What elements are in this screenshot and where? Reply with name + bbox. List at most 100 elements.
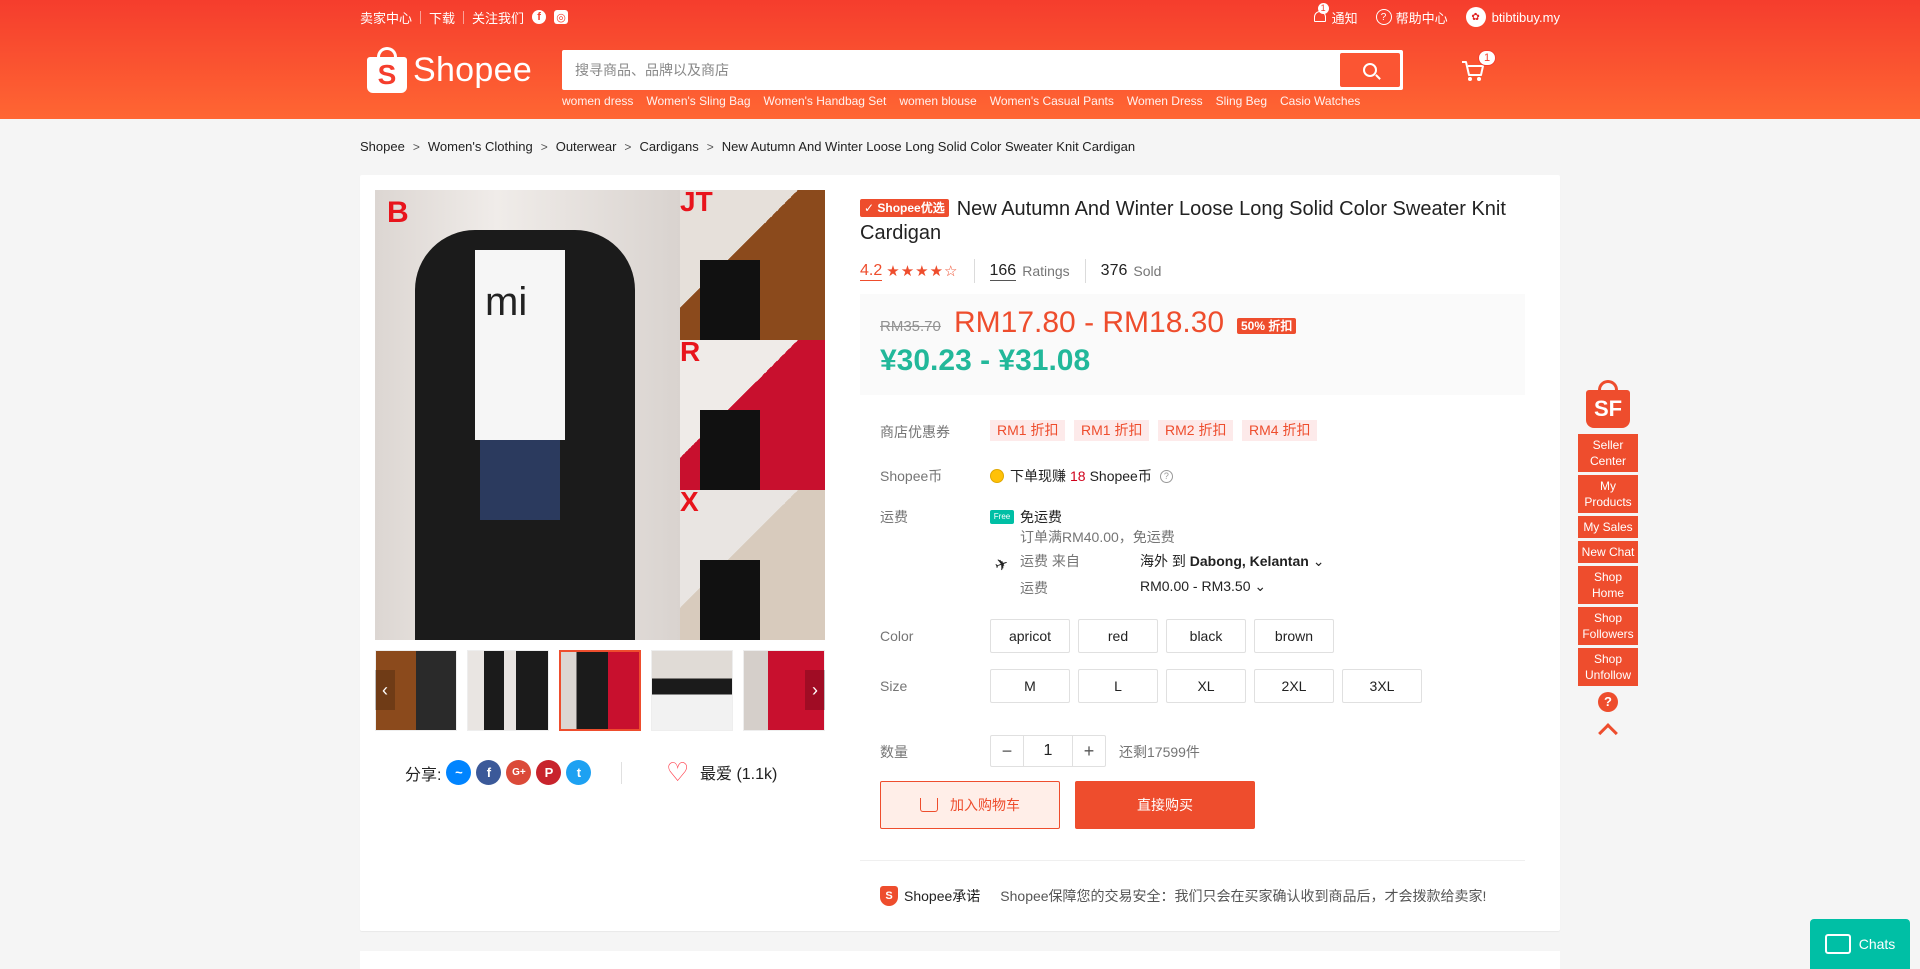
buy-now-button[interactable]: 直接购买 [1075,781,1255,829]
current-price: RM17.80 - RM18.30 [954,306,1225,339]
hot-search-item[interactable]: women blouse [899,94,976,108]
help-center-link[interactable]: ? 帮助中心 [1375,8,1448,27]
instagram-icon[interactable]: ◎ [554,10,569,24]
guarantee-text: Shopee保障您的交易安全：我们只会在买家确认收到商品后，才会拨款给卖家! [1000,888,1487,904]
voucher-chip[interactable]: RM2 折扣 [1158,420,1234,441]
hot-search-item[interactable]: Women's Handbag Set [764,94,887,108]
original-price: RM35.70 [880,318,941,335]
sidebar-item-shop-followers[interactable]: Shop Followers [1578,607,1638,645]
shirt-print-text: mi [485,280,528,324]
hot-search-item[interactable]: Women Dress [1127,94,1203,108]
pinterest-icon[interactable]: P [536,760,562,785]
ship-to-prefix: 海外 到 [1140,553,1186,569]
thumbnail-next-button[interactable]: › [805,670,825,710]
voucher-chip[interactable]: RM4 折扣 [1242,420,1318,441]
quantity-input[interactable]: 1 [1023,736,1073,766]
voucher-label: 商店优惠券 [880,424,950,440]
notification-badge: 1 [1317,3,1329,14]
cart-button[interactable]: 1 [1460,50,1497,84]
search-button[interactable] [1340,53,1400,87]
size-option[interactable]: XL [1166,669,1246,703]
chat-button[interactable]: Chats [1810,919,1910,969]
shopee-logo[interactable]: S Shopee [367,47,532,93]
notifications-link[interactable]: 1 通知 [1312,3,1358,27]
truck-icon: Free [990,510,1014,524]
voucher-chip[interactable]: RM1 折扣 [990,420,1066,441]
size-option[interactable]: 2XL [1254,669,1334,703]
product-thumbnail[interactable] [651,650,733,731]
product-title: New Autumn And Winter Loose Long Solid C… [860,198,1506,244]
user-account[interactable]: ✿ btibtibuy.my [1465,7,1560,27]
coins-amount: 18 [1070,468,1086,484]
username: btibtibuy.my [1491,9,1560,25]
rating-stars: ★★★★☆ [886,263,959,280]
scroll-top-icon[interactable] [1598,723,1618,743]
size-option[interactable]: M [990,669,1070,703]
facebook-icon[interactable]: f [532,10,547,24]
ship-to-selector[interactable]: 海外 到 Dabong, Kelantan ⌄ [1140,551,1324,571]
rating-score[interactable]: 4.2 [860,262,883,281]
color-option[interactable]: black [1166,619,1246,653]
google-plus-icon[interactable]: G+ [506,760,532,785]
help-icon[interactable]: ? [1598,692,1618,712]
twitter-icon[interactable]: t [566,760,592,785]
notifications-label: 通知 [1331,10,1358,26]
converted-price: ¥30.23 - ¥31.08 [880,344,1091,377]
coins-prefix: 下单现赚 [1010,468,1066,484]
coins-suffix: Shopee币 [1089,468,1152,484]
breadcrumb-item[interactable]: Outerwear [556,139,617,154]
coins-info: 下单现赚 18 Shopee币 ? [990,466,1173,486]
add-to-cart-button[interactable]: 加入购物车 [880,781,1060,829]
size-option[interactable]: 3XL [1342,669,1422,703]
hot-search-item[interactable]: Casio Watches [1280,94,1360,108]
increase-button[interactable]: + [1073,736,1105,766]
shipping-fee-selector[interactable]: RM0.00 - RM3.50 ⌄ [1140,578,1266,595]
size-option[interactable]: L [1078,669,1158,703]
shipping-label: 运费 [880,509,908,525]
sidebar-item-my-sales[interactable]: My Sales [1578,516,1638,538]
bell-icon: 1 [1312,3,1329,25]
coins-label: Shopee币 [880,468,943,484]
sidebar-item-new-chat[interactable]: New Chat [1578,541,1638,563]
free-shipping-note: 订单满RM40.00，免运费 [1020,529,1175,545]
sidebar-item-my-products[interactable]: My Products [1578,475,1638,513]
ship-from-label: 运费 来自 [1020,553,1080,569]
breadcrumb-item[interactable]: Women's Clothing [428,139,533,154]
product-main-image[interactable]: B mi JT R X [375,190,825,640]
hot-search-item[interactable]: women dress [562,94,633,108]
voucher-chip[interactable]: RM1 折扣 [1074,420,1150,441]
hot-search-item[interactable]: Women's Casual Pants [990,94,1114,108]
sidebar-item-shop-home[interactable]: Shop Home [1578,566,1638,604]
hot-search-item[interactable]: Sling Beg [1216,94,1267,108]
decrease-button[interactable]: − [991,736,1023,766]
facebook-share-icon[interactable]: f [476,760,502,785]
sidebar-item-shop-unfollow[interactable]: Shop Unfollow [1578,648,1638,686]
chevron-right-icon: › [812,679,818,700]
free-shipping-label: 免运费 [1020,509,1062,525]
help-icon: ? [1375,9,1392,25]
sold-label: Sold [1133,263,1162,279]
hot-search-item[interactable]: Women's Sling Bag [646,94,750,108]
search-input[interactable] [565,62,1340,78]
help-icon[interactable]: ? [1159,469,1173,483]
color-option[interactable]: brown [1254,619,1334,653]
favorite-button[interactable]: ♡ 最爱 (1.1k) [666,759,777,785]
product-thumbnail[interactable] [467,650,549,731]
preferred-badge: ✓ Shopee优选 [860,199,949,217]
breadcrumb-item[interactable]: Shopee [360,139,405,154]
sidebar-item-seller-center[interactable]: Seller Center [1578,434,1638,472]
seller-center-link[interactable]: 卖家中心 [360,8,412,27]
breadcrumb-item[interactable]: Cardigans [639,139,698,154]
add-to-cart-label: 加入购物车 [950,797,1020,813]
thumbnail-prev-button[interactable]: ‹ [375,670,395,710]
product-thumbnail[interactable] [559,650,641,731]
ratings-count[interactable]: 166 [989,262,1017,281]
search-bar [562,50,1403,90]
sf-logo-icon[interactable]: SF [1586,380,1630,428]
messenger-icon[interactable]: ~ [446,760,472,785]
shipping-fee-label: 运费 [1020,580,1048,596]
color-option[interactable]: apricot [990,619,1070,653]
color-option[interactable]: red [1078,619,1158,653]
download-link[interactable]: 下载 [429,8,455,27]
color-label: Color [880,628,914,644]
